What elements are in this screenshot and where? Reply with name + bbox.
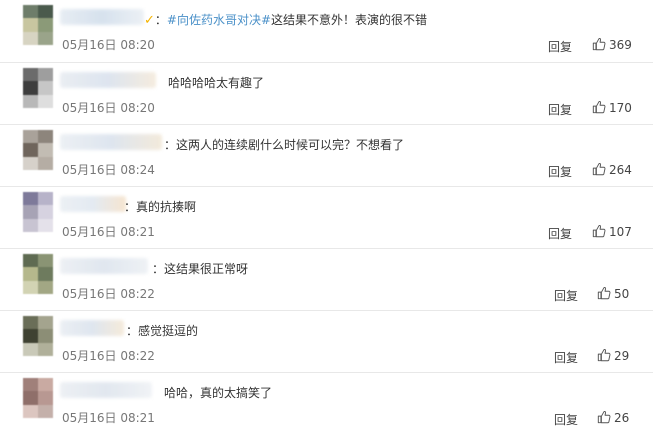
comment-content: ：这两人的连续剧什么时候可以完？不想看了: [60, 135, 653, 155]
comment-text: 感觉挺逗的: [138, 324, 199, 338]
avatar[interactable]: [23, 68, 53, 108]
comment-text: 真的抗揍啊: [136, 200, 197, 214]
comment-colon: ：: [164, 138, 177, 152]
avatar[interactable]: [23, 316, 53, 356]
like-button[interactable]: 264: [592, 162, 632, 177]
comment-colon: ：: [152, 262, 165, 276]
like-count: 107: [609, 225, 632, 239]
reply-button[interactable]: 回复: [548, 163, 572, 180]
comment-time: 05月16日 08:24: [62, 163, 155, 177]
comment-time: 05月16日 08:20: [62, 38, 155, 52]
like-count: 264: [609, 163, 632, 177]
comment-content: 哈哈哈哈太有趣了: [60, 73, 653, 93]
comment-time: 05月16日 08:22: [62, 349, 155, 363]
comment-text: 这结果很正常呀: [164, 262, 249, 276]
like-button[interactable]: 29: [597, 348, 629, 363]
thumbs-up-icon: [597, 348, 611, 362]
verified-icon: ✓: [144, 13, 155, 28]
like-count: 50: [614, 287, 630, 301]
like-count: 369: [609, 38, 632, 52]
thumbs-up-icon: [592, 37, 606, 51]
comment-text: 这结果不意外！表演的很不错: [271, 13, 428, 27]
comment-item: ：真的抗揍啊 05月16日 08:21 回复 107: [0, 187, 653, 249]
comment-colon: ：: [154, 13, 167, 27]
reply-button[interactable]: 回复: [554, 411, 578, 428]
reply-button[interactable]: 回复: [554, 349, 578, 366]
thumbs-up-icon: [592, 224, 606, 238]
avatar[interactable]: [23, 5, 53, 45]
comment-text: 这两人的连续剧什么时候可以完？不想看了: [176, 138, 405, 152]
like-count: 29: [614, 349, 630, 363]
comment-time: 05月16日 08:22: [62, 287, 155, 301]
comment-time: 05月16日 08:21: [62, 225, 155, 239]
comment-content: ：这结果很正常呀: [60, 259, 653, 279]
comment-item: ：这两人的连续剧什么时候可以完？不想看了 05月16日 08:24 回复 264: [0, 125, 653, 187]
thumbs-up-icon: [597, 410, 611, 424]
avatar[interactable]: [23, 130, 53, 170]
like-count: 170: [609, 101, 632, 115]
comment-item: 哈哈哈哈太有趣了 05月16日 08:20 回复 170: [0, 63, 653, 125]
topic-link[interactable]: #向佐药水哥对决#: [167, 13, 271, 27]
reply-button[interactable]: 回复: [554, 287, 578, 304]
thumbs-up-icon: [592, 100, 606, 114]
comment-content: ✓：#向佐药水哥对决#这结果不意外！表演的很不错: [60, 10, 653, 30]
comment-time: 05月16日 08:20: [62, 101, 155, 115]
comment-content: 哈哈，真的太搞笑了: [60, 383, 653, 403]
comment-colon: ：: [124, 200, 137, 214]
avatar[interactable]: [23, 254, 53, 294]
reply-button[interactable]: 回复: [548, 225, 572, 242]
comment-item: 哈哈，真的太搞笑了 05月16日 08:21 回复 26: [0, 373, 653, 435]
comment-colon: ：: [126, 324, 139, 338]
comment-item: ：感觉挺逗的 05月16日 08:22 回复 29: [0, 311, 653, 373]
like-button[interactable]: 26: [597, 410, 629, 425]
thumbs-up-icon: [592, 162, 606, 176]
comment-content: ：感觉挺逗的: [60, 321, 653, 341]
thumbs-up-icon: [597, 286, 611, 300]
like-count: 26: [614, 411, 630, 425]
like-button[interactable]: 170: [592, 100, 632, 115]
like-button[interactable]: 107: [592, 224, 632, 239]
like-button[interactable]: 369: [592, 37, 632, 52]
comment-list: ✓：#向佐药水哥对决#这结果不意外！表演的很不错 05月16日 08:20 回复…: [0, 0, 653, 439]
comment-item: ：这结果很正常呀 05月16日 08:22 回复 50: [0, 249, 653, 311]
reply-button[interactable]: 回复: [548, 38, 572, 55]
comment-time: 05月16日 08:21: [62, 411, 155, 425]
reply-button[interactable]: 回复: [548, 101, 572, 118]
comment-content: ：真的抗揍啊: [60, 197, 653, 217]
comment-item: ✓：#向佐药水哥对决#这结果不意外！表演的很不错 05月16日 08:20 回复…: [0, 0, 653, 63]
avatar[interactable]: [23, 378, 53, 418]
like-button[interactable]: 50: [597, 286, 629, 301]
comment-text: 哈哈，真的太搞笑了: [164, 386, 273, 400]
avatar[interactable]: [23, 192, 53, 232]
comment-text: 哈哈哈哈太有趣了: [168, 76, 265, 90]
